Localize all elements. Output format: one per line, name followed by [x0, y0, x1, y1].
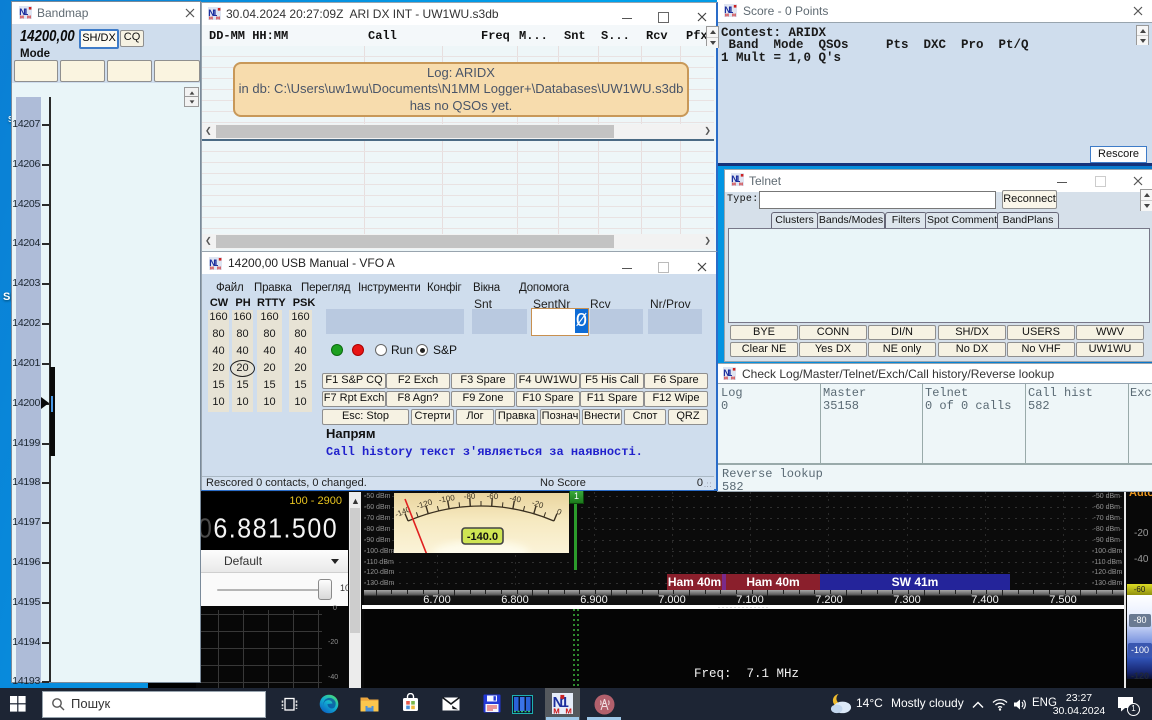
- svg-text:-80: -80: [464, 493, 477, 501]
- svg-text:-60: -60: [486, 493, 499, 501]
- svg-text:-140.0: -140.0: [467, 531, 498, 543]
